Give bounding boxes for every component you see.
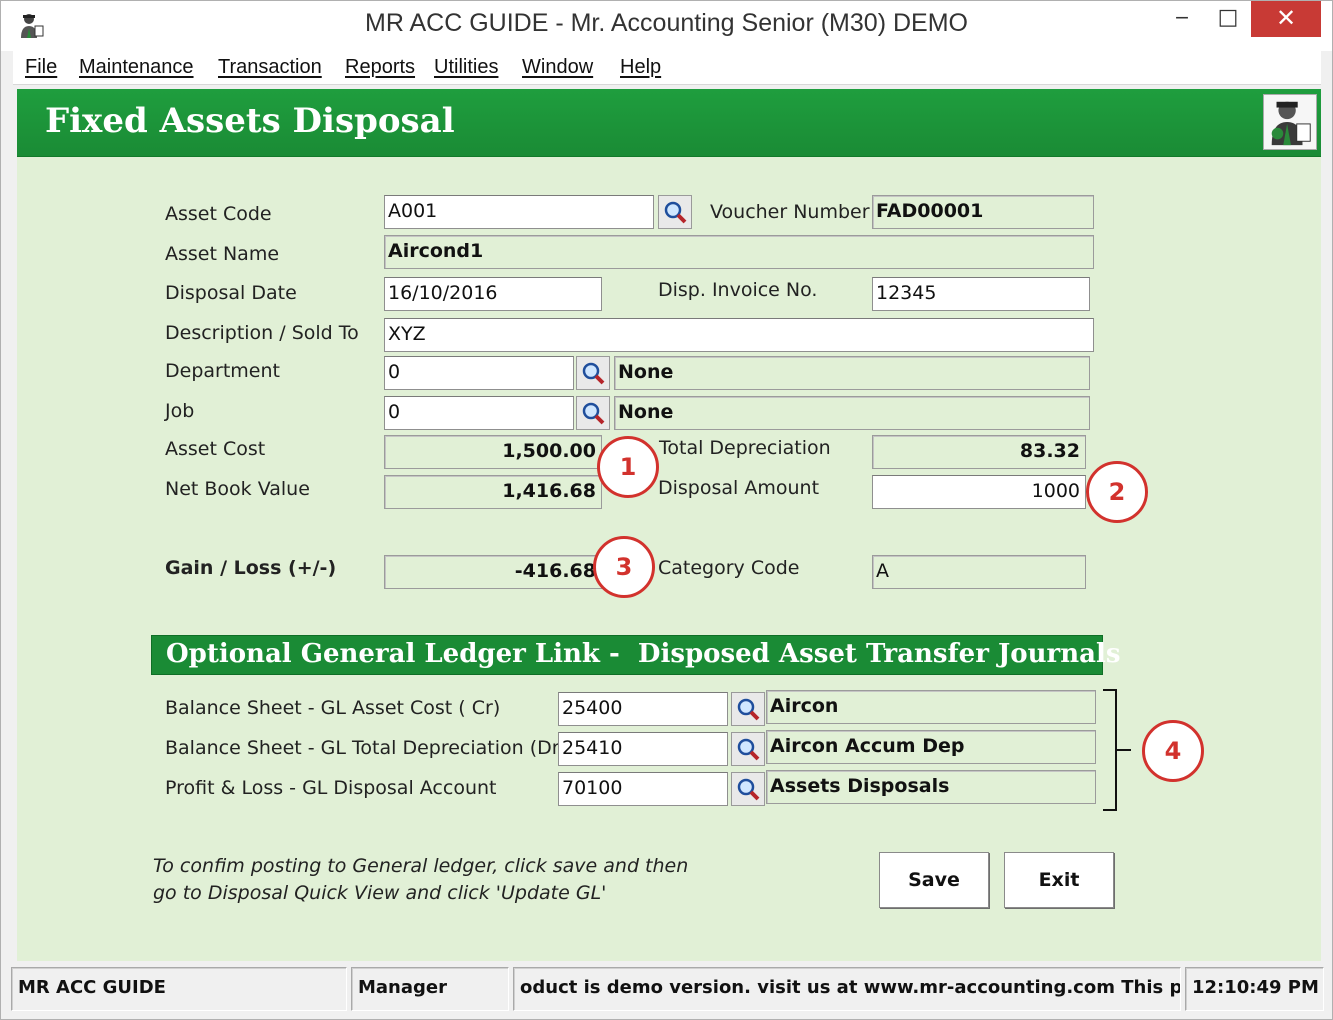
department-lookup-button[interactable]	[576, 356, 610, 390]
status-message: oduct is demo version. visit us at www.m…	[513, 967, 1181, 1011]
total-depreciation-field: 83.32	[872, 435, 1086, 469]
gl-total-depreciation-lookup-button[interactable]	[731, 732, 765, 766]
gl-total-depreciation-input[interactable]: 25410	[558, 732, 728, 766]
description-input[interactable]: XYZ	[384, 318, 1094, 352]
category-code-field: A	[872, 555, 1086, 589]
gl-total-depreciation-label: Balance Sheet - GL Total Depreciation (D…	[165, 737, 567, 759]
app-window: MR ACC GUIDE - Mr. Accounting Senior (M3…	[0, 0, 1333, 1020]
disposal-date-input[interactable]: 16/10/2016	[384, 277, 602, 311]
magnifier-icon	[664, 201, 687, 224]
asset-name-label: Asset Name	[165, 243, 280, 265]
callout-2: 2	[1086, 461, 1148, 523]
job-input[interactable]: 0	[384, 396, 574, 430]
menu-reports[interactable]: Reports	[345, 56, 415, 79]
department-name-field: None	[614, 356, 1090, 390]
total-depreciation-label: Total Depreciation	[659, 437, 831, 459]
gl-asset-cost-name: Aircon	[766, 690, 1096, 724]
magnifier-icon	[582, 362, 605, 385]
menu-help[interactable]: Help	[620, 56, 661, 79]
asset-cost-field: 1,500.00	[384, 435, 602, 469]
minimize-button[interactable]: ‒	[1159, 1, 1205, 37]
voucher-number-field: FAD00001	[872, 195, 1094, 229]
disposal-form: Fixed Assets Disposal Asset Code A001 Vo…	[17, 89, 1321, 961]
menu-utilities[interactable]: Utilities	[434, 56, 498, 79]
department-label: Department	[165, 360, 280, 382]
asset-name-field: Aircond1	[384, 235, 1094, 269]
magnifier-icon	[737, 778, 760, 801]
maximize-button[interactable]: □	[1205, 1, 1251, 37]
status-bar: MR ACC GUIDE Manager oduct is demo versi…	[11, 967, 1324, 1015]
disposal-amount-label: Disposal Amount	[658, 477, 820, 499]
asset-code-input[interactable]: A001	[384, 195, 654, 229]
status-user: Manager	[351, 967, 509, 1011]
gl-disposal-account-name: Assets Disposals	[766, 770, 1096, 804]
title-bar: MR ACC GUIDE - Mr. Accounting Senior (M3…	[1, 1, 1332, 51]
net-book-value-field: 1,416.68	[384, 475, 602, 509]
job-name-field: None	[614, 396, 1090, 430]
disposal-date-label: Disposal Date	[165, 282, 297, 304]
form-title: Fixed Assets Disposal	[45, 101, 455, 141]
voucher-number-label: Voucher Number	[710, 201, 870, 223]
gl-disposal-account-input[interactable]: 70100	[558, 772, 728, 806]
gl-rows-bracket	[1103, 689, 1117, 811]
asset-code-lookup-button[interactable]	[658, 195, 692, 229]
job-label: Job	[165, 400, 195, 422]
category-code-label: Category Code	[658, 557, 800, 579]
form-header: Fixed Assets Disposal	[17, 89, 1321, 157]
posting-note-line-2: go to Disposal Quick View and click 'Upd…	[153, 882, 607, 904]
disp-invoice-no-label: Disp. Invoice No.	[658, 279, 818, 301]
asset-code-label: Asset Code	[165, 203, 272, 225]
disposal-amount-input[interactable]: 1000	[872, 475, 1086, 509]
gl-disposal-account-lookup-button[interactable]	[731, 772, 765, 806]
job-lookup-button[interactable]	[576, 396, 610, 430]
exit-button[interactable]: Exit	[1004, 852, 1114, 908]
gl-rows-bracket-tick	[1117, 749, 1131, 751]
posting-note-line-1: To confim posting to General ledger, cli…	[153, 855, 689, 877]
callout-3: 3	[593, 536, 655, 598]
gl-asset-cost-lookup-button[interactable]	[731, 692, 765, 726]
close-button[interactable]: ✕	[1251, 1, 1321, 37]
menu-bar: File Maintenance Transaction Reports Uti…	[13, 51, 1321, 85]
gl-asset-cost-label: Balance Sheet - GL Asset Cost ( Cr)	[165, 697, 501, 719]
department-input[interactable]: 0	[384, 356, 574, 390]
menu-file[interactable]: File	[25, 56, 57, 79]
magnifier-icon	[737, 698, 760, 721]
gl-disposal-account-label: Profit & Loss - GL Disposal Account	[165, 777, 497, 799]
gain-loss-field: -416.68	[384, 555, 602, 589]
magnifier-icon	[737, 738, 760, 761]
user-logo-icon	[1263, 94, 1317, 150]
disp-invoice-no-input[interactable]: 12345	[872, 277, 1090, 311]
save-button[interactable]: Save	[879, 852, 989, 908]
gl-asset-cost-input[interactable]: 25400	[558, 692, 728, 726]
callout-4: 4	[1142, 720, 1204, 782]
gain-loss-label: Gain / Loss (+/-)	[165, 557, 337, 579]
gl-link-title: Optional General Ledger Link - Disposed …	[166, 639, 1121, 669]
description-label: Description / Sold To	[165, 322, 359, 344]
posting-note: To confim posting to General ledger, cli…	[153, 853, 688, 907]
menu-maintenance[interactable]: Maintenance	[79, 56, 194, 79]
gl-link-header: Optional General Ledger Link - Disposed …	[151, 635, 1120, 675]
status-app-name: MR ACC GUIDE	[11, 967, 347, 1011]
callout-1: 1	[597, 436, 659, 498]
window-title: MR ACC GUIDE - Mr. Accounting Senior (M3…	[365, 9, 968, 37]
asset-cost-label: Asset Cost	[165, 438, 266, 460]
menu-window[interactable]: Window	[522, 56, 593, 79]
gl-total-depreciation-name: Aircon Accum Dep	[766, 730, 1096, 764]
net-book-value-label: Net Book Value	[165, 478, 310, 500]
magnifier-icon	[582, 402, 605, 425]
status-time: 12:10:49 PM	[1185, 967, 1324, 1011]
menu-transaction[interactable]: Transaction	[218, 56, 322, 79]
